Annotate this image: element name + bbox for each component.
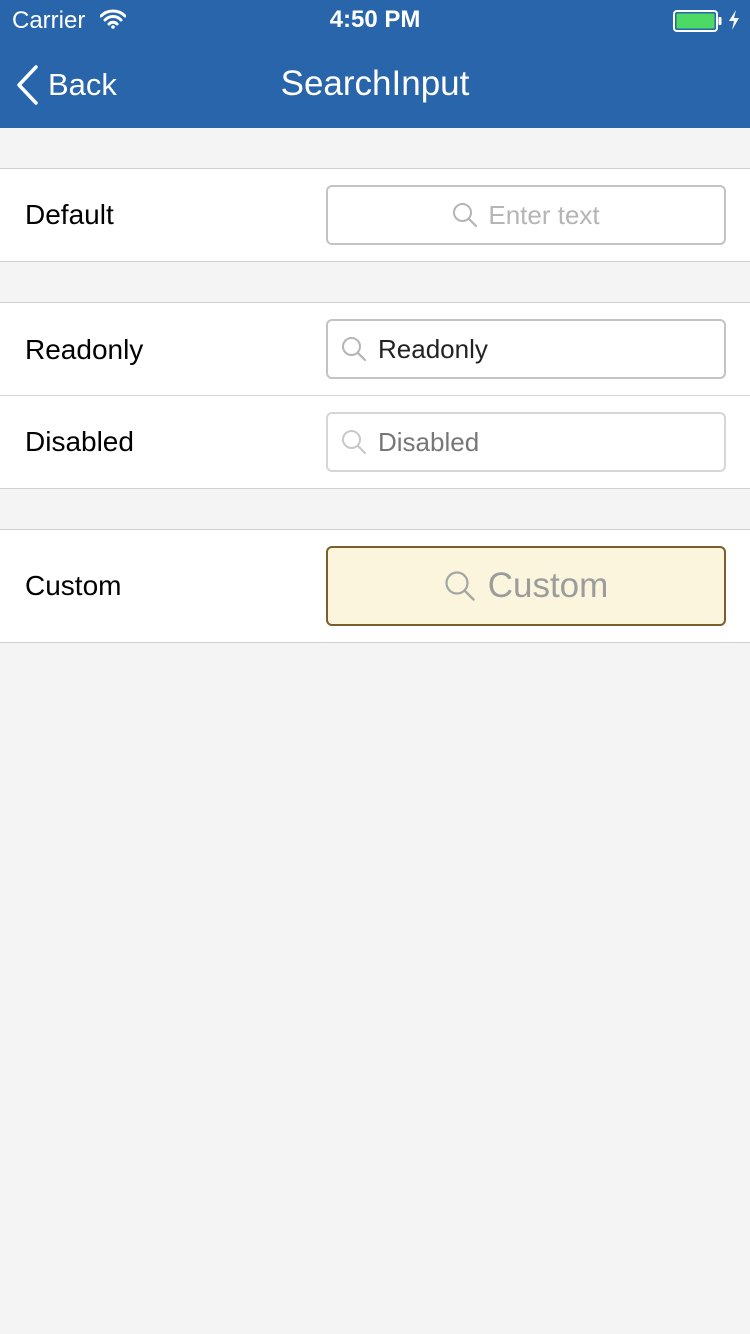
status-bar: Carrier 4:50 PM <box>0 0 750 40</box>
section-readonly-disabled: Readonly Readonly Disabled Disabled <box>0 302 750 489</box>
battery-icon <box>673 10 722 32</box>
search-input-custom[interactable]: Custom <box>326 546 726 626</box>
search-input-readonly[interactable]: Readonly <box>326 319 726 379</box>
row-disabled: Disabled Disabled <box>0 395 750 488</box>
row-label-disabled: Disabled <box>25 426 134 457</box>
row-readonly: Readonly Readonly <box>0 303 750 395</box>
row-label-default: Default <box>25 199 114 230</box>
search-icon <box>342 430 367 455</box>
search-icon <box>342 337 367 362</box>
search-input-disabled: Disabled <box>326 412 726 472</box>
search-icon <box>453 203 478 228</box>
row-default: Default Enter text <box>0 169 750 261</box>
search-input-default[interactable]: Enter text <box>326 185 726 245</box>
row-label-custom: Custom <box>25 570 122 601</box>
search-placeholder-custom: Custom <box>487 566 609 605</box>
charge-icon <box>729 10 739 30</box>
search-placeholder-default: Enter text <box>488 199 600 230</box>
search-value-readonly: Readonly <box>378 333 488 364</box>
header: Carrier 4:50 PM Back SearchInput <box>0 0 750 128</box>
page-title: SearchInput <box>280 64 470 103</box>
status-time: 4:50 PM <box>329 6 421 33</box>
section-default: Default Enter text <box>0 168 750 262</box>
search-value-disabled: Disabled <box>378 426 480 457</box>
nav-bar: Back SearchInput <box>0 40 750 128</box>
search-icon <box>445 571 475 601</box>
section-custom: Custom Custom <box>0 529 750 643</box>
row-label-readonly: Readonly <box>25 334 144 365</box>
row-custom: Custom Custom <box>0 530 750 642</box>
